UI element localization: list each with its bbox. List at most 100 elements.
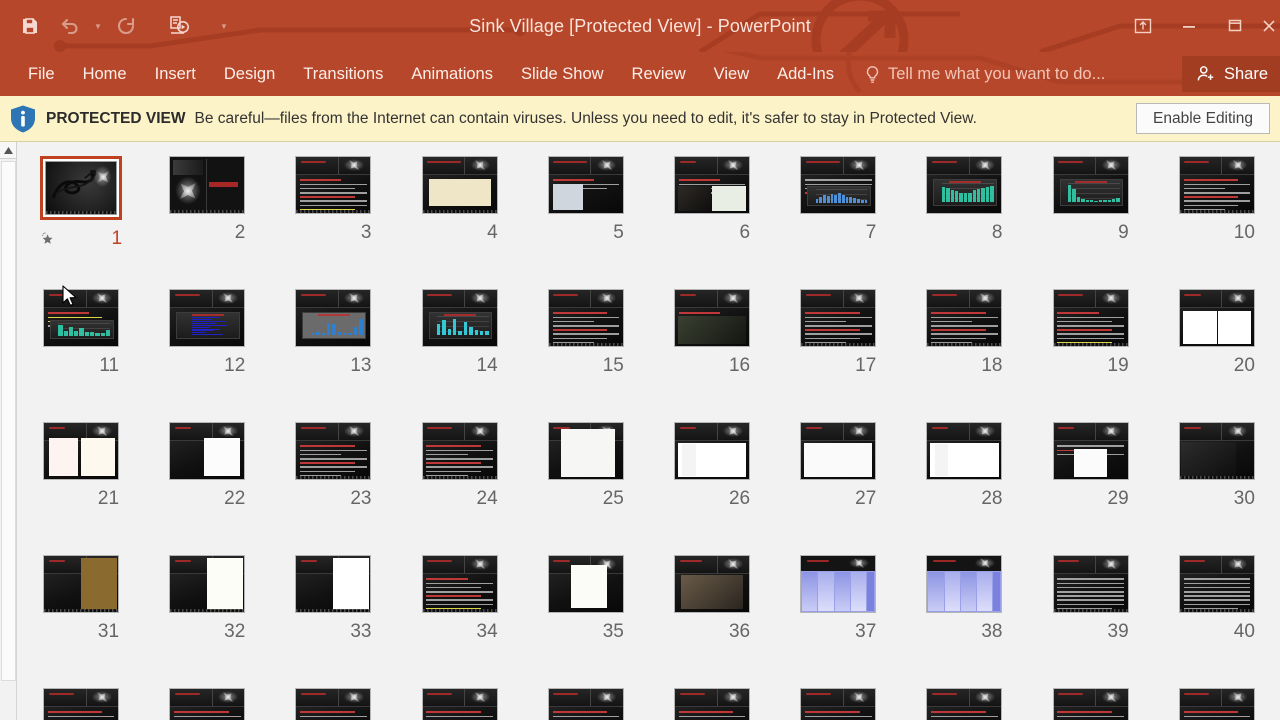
slide-preview-38[interactable] [926, 555, 1003, 613]
undo-icon[interactable] [50, 6, 90, 46]
slide-thumbnail-25[interactable]: 25 [523, 422, 649, 555]
slide-preview-7[interactable] [800, 156, 877, 214]
slide-thumbnail-31[interactable]: 31 [18, 555, 144, 688]
redo-icon[interactable] [106, 6, 146, 46]
slide-preview-16[interactable] [674, 289, 751, 347]
vertical-scrollbar[interactable] [0, 142, 17, 720]
slide-thumbnail-43[interactable]: 43 [270, 688, 396, 720]
slide-preview-27[interactable] [800, 422, 877, 480]
slide-preview-46[interactable] [674, 688, 751, 720]
slide-preview-36[interactable] [674, 555, 751, 613]
slide-thumbnail-46[interactable]: 46 [649, 688, 775, 720]
slide-thumbnail-24[interactable]: 24 [397, 422, 523, 555]
slide-preview-26[interactable] [674, 422, 751, 480]
slide-thumbnail-23[interactable]: 23 [270, 422, 396, 555]
slide-preview-13[interactable] [295, 289, 372, 347]
slide-thumbnail-16[interactable]: 16 [649, 289, 775, 422]
slide-preview-9[interactable] [1052, 156, 1129, 214]
ribbon-tab-review[interactable]: Review [618, 59, 700, 90]
slide-thumbnail-18[interactable]: 18 [901, 289, 1027, 422]
slide-thumbnail-39[interactable]: 39 [1028, 555, 1154, 688]
slide-preview-3[interactable] [295, 156, 372, 214]
slide-preview-2[interactable] [169, 156, 246, 214]
slide-thumbnail-42[interactable]: 42 [144, 688, 270, 720]
ribbon-tab-animations[interactable]: Animations [397, 59, 507, 90]
slide-thumbnail-40[interactable]: 40 [1154, 555, 1280, 688]
slide-preview-47[interactable] [800, 688, 877, 720]
slide-preview-34[interactable] [421, 555, 498, 613]
slide-preview-6[interactable] [674, 156, 751, 214]
slide-thumbnail-15[interactable]: 15 [523, 289, 649, 422]
close-icon[interactable] [1258, 5, 1280, 47]
slide-preview-45[interactable] [547, 688, 624, 720]
slide-preview-4[interactable] [421, 156, 498, 214]
slide-thumbnail-14[interactable]: 14 [397, 289, 523, 422]
slide-thumbnail-32[interactable]: 32 [144, 555, 270, 688]
slide-thumbnail-9[interactable]: 9 [1028, 156, 1154, 289]
slide-thumbnail-45[interactable]: 45 [523, 688, 649, 720]
slide-preview-14[interactable] [421, 289, 498, 347]
slide-thumbnail-5[interactable]: 5 [523, 156, 649, 289]
slide-thumbnail-38[interactable]: 38 [901, 555, 1027, 688]
share-button[interactable]: Share [1181, 56, 1280, 92]
slide-thumbnail-11[interactable]: 11 [18, 289, 144, 422]
slide-thumbnail-12[interactable]: 12 [144, 289, 270, 422]
slide-preview-22[interactable] [169, 422, 246, 480]
slide-thumbnail-37[interactable]: 37 [775, 555, 901, 688]
slide-preview-10[interactable] [1178, 156, 1255, 214]
slide-thumbnail-17[interactable]: 17 [775, 289, 901, 422]
ribbon-tab-view[interactable]: View [700, 59, 763, 90]
start-presentation-icon[interactable] [160, 6, 200, 46]
slide-thumbnail-35[interactable]: 35 [523, 555, 649, 688]
scroll-up-arrow-icon[interactable] [0, 142, 17, 159]
slide-thumbnail-44[interactable]: 44 [397, 688, 523, 720]
slide-preview-49[interactable] [1052, 688, 1129, 720]
slide-preview-32[interactable] [169, 555, 246, 613]
tell-me-search[interactable]: Tell me what you want to do... [864, 65, 1105, 84]
slide-preview-11[interactable] [43, 289, 120, 347]
slide-preview-31[interactable] [43, 555, 120, 613]
slide-thumbnail-6[interactable]: 6 [649, 156, 775, 289]
slide-preview-12[interactable] [169, 289, 246, 347]
slide-thumbnail-47[interactable]: 47 [775, 688, 901, 720]
slide-preview-37[interactable] [800, 555, 877, 613]
slide-thumbnail-21[interactable]: 21 [18, 422, 144, 555]
slide-thumbnail-33[interactable]: 33 [270, 555, 396, 688]
slide-thumbnail-50[interactable]: 50 [1154, 688, 1280, 720]
undo-dropdown-caret-icon[interactable]: ▼ [90, 6, 106, 46]
slide-preview-41[interactable] [43, 688, 120, 720]
slide-thumbnail-8[interactable]: 8 [901, 156, 1027, 289]
slide-preview-19[interactable] [1052, 289, 1129, 347]
slide-thumbnail-22[interactable]: 22 [144, 422, 270, 555]
slide-thumbnail-36[interactable]: 36 [649, 555, 775, 688]
animation-star-icon[interactable] [40, 231, 56, 247]
ribbon-tab-slide-show[interactable]: Slide Show [507, 59, 618, 90]
ribbon-tab-transitions[interactable]: Transitions [289, 59, 397, 90]
slide-thumbnail-4[interactable]: 4 [397, 156, 523, 289]
slide-preview-18[interactable] [926, 289, 1003, 347]
slide-thumbnail-29[interactable]: 29 [1028, 422, 1154, 555]
ribbon-tab-add-ins[interactable]: Add-Ins [763, 59, 848, 90]
slide-preview-40[interactable] [1178, 555, 1255, 613]
slide-thumbnail-49[interactable]: 49 [1028, 688, 1154, 720]
slide-thumbnail-1[interactable]: 1 [18, 156, 144, 289]
slide-thumbnail-28[interactable]: 28 [901, 422, 1027, 555]
minimize-icon[interactable] [1166, 5, 1212, 47]
slide-preview-8[interactable] [926, 156, 1003, 214]
slide-preview-30[interactable] [1178, 422, 1255, 480]
slide-preview-33[interactable] [295, 555, 372, 613]
slide-preview-5[interactable] [547, 156, 624, 214]
slide-preview-50[interactable] [1178, 688, 1255, 720]
slide-thumbnail-13[interactable]: 13 [270, 289, 396, 422]
slide-preview-1[interactable] [40, 156, 123, 220]
scrollbar-thumb[interactable] [1, 161, 16, 681]
slide-preview-28[interactable] [926, 422, 1003, 480]
slide-preview-20[interactable] [1178, 289, 1255, 347]
slide-preview-21[interactable] [43, 422, 120, 480]
slide-thumbnail-27[interactable]: 27 [775, 422, 901, 555]
ribbon-tab-insert[interactable]: Insert [141, 59, 210, 90]
slide-thumbnail-19[interactable]: 19 [1028, 289, 1154, 422]
slide-thumbnail-48[interactable]: 48 [901, 688, 1027, 720]
save-icon[interactable] [10, 6, 50, 46]
slide-preview-43[interactable] [295, 688, 372, 720]
